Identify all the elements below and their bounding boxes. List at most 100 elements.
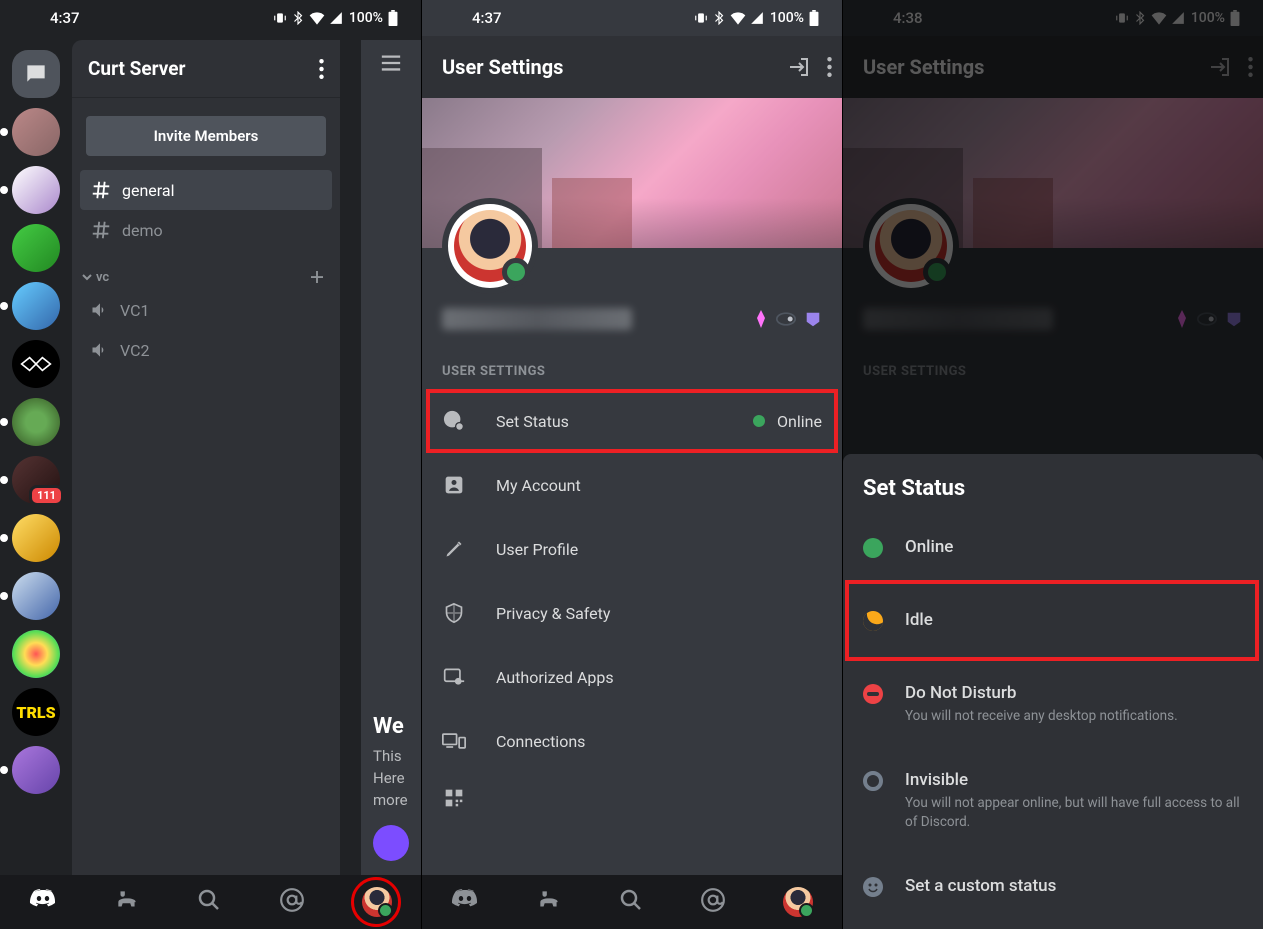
battery-percent: 100% <box>349 10 383 26</box>
bottom-nav <box>422 875 842 929</box>
voice-category-header[interactable]: vc <box>72 250 340 290</box>
nav-search[interactable] <box>619 888 643 916</box>
status-option-dnd[interactable]: Do Not Disturb You will not receive any … <box>843 661 1263 748</box>
more-vert-icon[interactable] <box>827 57 832 77</box>
nitro-badge-icon <box>754 310 768 328</box>
settings-appbar: User Settings <box>422 36 842 98</box>
server-icon-2[interactable] <box>12 166 60 214</box>
nav-discord[interactable] <box>29 889 57 915</box>
custom-status-icon <box>863 877 883 897</box>
status-option-invisible[interactable]: Invisible You will not appear online, bu… <box>843 748 1263 854</box>
welcome-line: more <box>373 791 409 809</box>
search-icon <box>197 888 221 912</box>
wifi-icon <box>309 11 325 25</box>
clock: 4:37 <box>472 9 502 27</box>
signal-icon <box>329 11 343 25</box>
row-my-account[interactable]: My Account <box>422 453 842 517</box>
status-option-online[interactable]: Online <box>843 515 1263 580</box>
nav-mentions[interactable] <box>279 887 305 917</box>
server-icon-7[interactable]: 111 <box>12 456 60 504</box>
row-connections[interactable]: Connections <box>422 709 842 773</box>
nav-mentions[interactable] <box>700 887 726 917</box>
welcome-line: This <box>373 747 409 765</box>
nav-profile[interactable] <box>783 887 813 917</box>
invisible-icon <box>863 771 883 791</box>
category-label: vc <box>96 270 109 285</box>
channel-label: VC1 <box>120 301 150 320</box>
status-indicators: 100% <box>694 10 820 26</box>
plus-icon[interactable] <box>308 268 326 286</box>
pencil-icon <box>444 539 464 559</box>
android-status-bar: 4:37 100% <box>0 0 421 36</box>
server-icon-3[interactable] <box>12 224 60 272</box>
status-indicators: 100% <box>273 10 399 26</box>
section-header: USER SETTINGS <box>422 344 842 389</box>
emoji-status-icon <box>443 410 465 432</box>
row-authorized-apps[interactable]: Authorized Apps <box>422 645 842 709</box>
server-header[interactable]: Curt Server <box>72 40 340 98</box>
dnd-icon <box>863 684 883 704</box>
option-description: You will not receive any desktop notific… <box>905 707 1178 726</box>
channel-general[interactable]: general <box>80 170 332 210</box>
account-box-icon <box>444 475 464 495</box>
status-dot-online <box>753 415 765 427</box>
channel-label: general <box>122 181 175 200</box>
nav-discord[interactable] <box>451 889 479 915</box>
option-description: You will not appear online, but will hav… <box>905 794 1243 832</box>
status-bottom-sheet: Set Status Online Idle Do Not Disturb Yo… <box>843 454 1263 929</box>
qr-icon <box>444 788 464 808</box>
nav-profile[interactable] <box>362 887 392 917</box>
nav-friends[interactable] <box>536 887 562 917</box>
vibrate-icon <box>694 11 708 25</box>
idle-icon <box>863 611 883 631</box>
welcome-heading: We <box>373 714 409 739</box>
server-icon-1[interactable] <box>12 108 60 156</box>
server-icon-5[interactable] <box>12 340 60 388</box>
server-icon-11[interactable]: TRLS <box>12 688 60 736</box>
logout-icon[interactable] <box>787 55 811 79</box>
boost-badge-icon <box>776 312 796 326</box>
status-option-custom[interactable]: Set a custom status <box>843 854 1263 919</box>
row-label: Connections <box>496 732 585 751</box>
notification-badge: 111 <box>29 485 64 506</box>
search-icon <box>619 888 643 912</box>
server-icon-4[interactable] <box>12 282 60 330</box>
chat-bubble-icon <box>23 61 49 87</box>
text-channel-list: general demo <box>72 170 340 250</box>
wifi-icon <box>730 11 746 25</box>
hypesquad-badge-icon <box>804 310 822 328</box>
vibrate-icon <box>273 11 287 25</box>
row-set-status[interactable]: Set Status Online <box>422 389 842 453</box>
status-option-idle[interactable]: Idle <box>843 580 1263 661</box>
nav-search[interactable] <box>197 888 221 916</box>
server-icon-10[interactable] <box>12 630 60 678</box>
invite-members-button[interactable]: Invite Members <box>86 116 326 156</box>
hamburger-icon[interactable] <box>380 54 402 72</box>
server-icon-6[interactable] <box>12 398 60 446</box>
server-icon-9[interactable] <box>12 572 60 620</box>
handset-icon <box>536 887 562 913</box>
row-partial[interactable] <box>422 773 842 823</box>
profile-avatar[interactable] <box>442 198 538 294</box>
voice-channel-vc2[interactable]: VC2 <box>80 330 332 370</box>
profile-badges <box>754 310 822 328</box>
nav-friends[interactable] <box>114 887 140 917</box>
row-user-profile[interactable]: User Profile <box>422 517 842 581</box>
battery-icon <box>387 10 399 26</box>
hashtag-icon <box>90 179 112 201</box>
shield-icon <box>444 602 464 624</box>
server-icon-8[interactable] <box>12 514 60 562</box>
online-icon <box>863 538 883 558</box>
dm-button[interactable] <box>12 50 60 98</box>
guild-rail: 111 TRLS <box>0 36 72 929</box>
bluetooth-icon <box>291 11 305 25</box>
more-vert-icon[interactable] <box>319 59 324 79</box>
server-icon-12[interactable] <box>12 746 60 794</box>
channel-demo[interactable]: demo <box>80 210 332 250</box>
row-privacy-safety[interactable]: Privacy & Safety <box>422 581 842 645</box>
voice-channel-vc1[interactable]: VC1 <box>80 290 332 330</box>
avatar <box>783 887 813 917</box>
row-label: Authorized Apps <box>496 668 614 687</box>
action-chip[interactable] <box>373 825 409 861</box>
option-label: Do Not Disturb <box>905 683 1178 703</box>
